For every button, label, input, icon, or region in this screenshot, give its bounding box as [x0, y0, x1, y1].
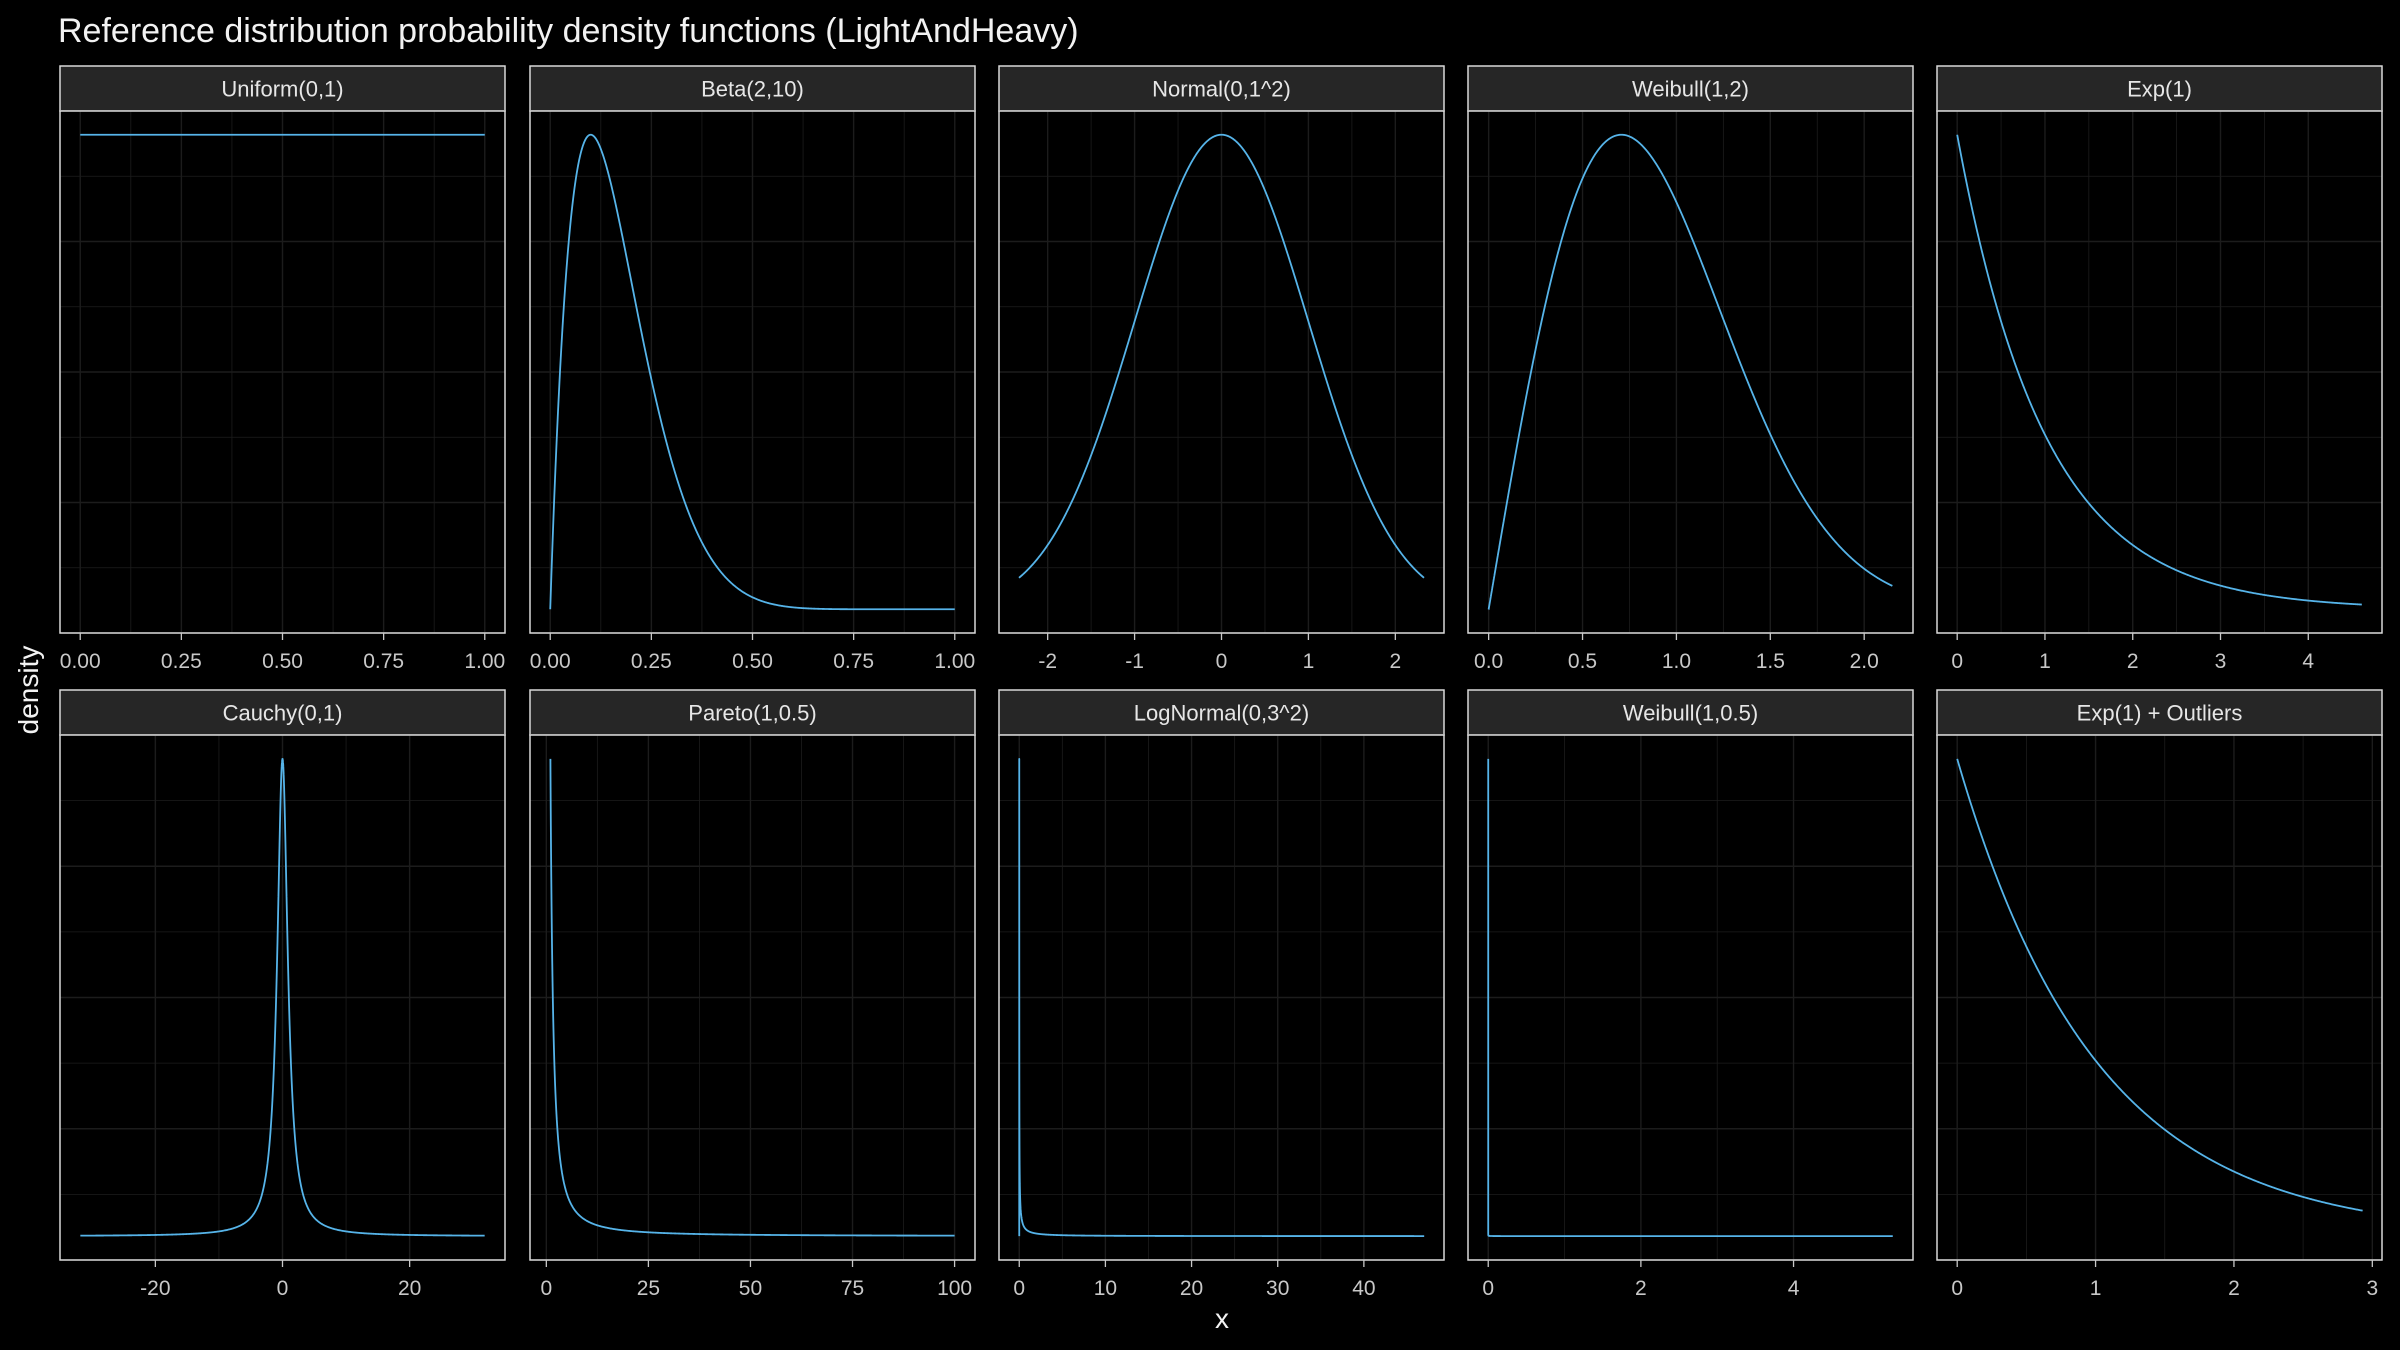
facet-panel-uniform-0-1: Uniform(0,1) 0.00 0.25 0.50 0.75 1.00	[59, 65, 506, 673]
facet-panel-exp-1: Exp(1) 0 1 2 3 4	[1936, 65, 2383, 673]
x-tick-label: 4	[1788, 1277, 1800, 1300]
x-tick-label: 0.75	[363, 650, 404, 673]
x-tick-label: -1	[1125, 650, 1144, 673]
x-tick-label: -20	[140, 1277, 170, 1300]
x-tick-label: 1.00	[464, 650, 505, 673]
y-axis-title: density	[13, 646, 44, 735]
facet-panel-normal-0-1-2: Normal(0,1^2) -2 -1 0 1 2	[998, 65, 1445, 673]
x-tick-label: 0.00	[60, 650, 101, 673]
x-tick-label: 2.0	[1850, 650, 1879, 673]
x-tick-label: 3	[2366, 1277, 2378, 1300]
x-tick-label: 40	[1352, 1277, 1375, 1300]
x-tick-label: 0	[277, 1277, 289, 1300]
x-tick-label: 100	[937, 1277, 972, 1300]
facet-strip-label: Exp(1) + Outliers	[2077, 701, 2243, 726]
x-tick-label: 2	[1635, 1277, 1647, 1300]
x-tick-label: 1.00	[934, 650, 975, 673]
x-tick-label: 0.00	[530, 650, 571, 673]
facet-panel-pareto-1-0-5: Pareto(1,0.5) 0 25 50 75 100	[529, 689, 976, 1300]
x-tick-label: 0.25	[161, 650, 202, 673]
facet-strip-label: Pareto(1,0.5)	[688, 701, 816, 726]
x-tick-label: 0	[540, 1277, 552, 1300]
x-tick-label: 1.5	[1756, 650, 1785, 673]
x-tick-label: 1	[1303, 650, 1315, 673]
x-tick-label: 2	[2228, 1277, 2240, 1300]
facet-strip-label: Uniform(0,1)	[221, 77, 343, 102]
x-tick-label: 20	[398, 1277, 421, 1300]
x-tick-label: 0.0	[1474, 650, 1503, 673]
x-tick-label: 2	[2127, 650, 2139, 673]
x-tick-label: 75	[841, 1277, 864, 1300]
x-tick-label: 4	[2302, 650, 2314, 673]
x-tick-label: 3	[2215, 650, 2227, 673]
x-tick-label: 50	[739, 1277, 762, 1300]
x-tick-label: 0	[1951, 650, 1963, 673]
x-tick-label: -2	[1038, 650, 1057, 673]
x-tick-label: 1.0	[1662, 650, 1691, 673]
facet-panel-cauchy-0-1: Cauchy(0,1) -20 0 20	[59, 689, 506, 1300]
x-tick-label: 20	[1180, 1277, 1203, 1300]
x-tick-label: 0	[1013, 1277, 1025, 1300]
x-tick-label: 0.75	[833, 650, 874, 673]
x-tick-label: 10	[1094, 1277, 1117, 1300]
facet-strip-label: Cauchy(0,1)	[223, 701, 343, 726]
facet-strip-label: Weibull(1,2)	[1632, 77, 1749, 102]
x-tick-label: 2	[1389, 650, 1401, 673]
facet-panel-lognormal-0-3-2: LogNormal(0,3^2) 0 10 20 30 40	[998, 689, 1445, 1300]
x-tick-label: 0	[1951, 1277, 1963, 1300]
x-tick-label: 0	[1482, 1277, 1494, 1300]
x-tick-label: 0.50	[262, 650, 303, 673]
facet-strip-label: Weibull(1,0.5)	[1623, 701, 1758, 726]
facet-strip-label: LogNormal(0,3^2)	[1134, 701, 1309, 726]
x-tick-label: 1	[2039, 650, 2051, 673]
facet-panel-weibull-1-2: Weibull(1,2) 0.0 0.5 1.0 1.5 2.0	[1467, 65, 1914, 673]
facet-strip-label: Beta(2,10)	[701, 77, 804, 102]
x-tick-label: 30	[1266, 1277, 1289, 1300]
x-tick-label: 0	[1216, 650, 1228, 673]
x-tick-label: 25	[637, 1277, 660, 1300]
figure: Reference distribution probability densi…	[0, 0, 2400, 1350]
x-tick-label: 0.25	[631, 650, 672, 673]
x-tick-label: 0.50	[732, 650, 773, 673]
facet-panel-exp-1-outliers: Exp(1) + Outliers 0 1 2 3	[1936, 689, 2383, 1300]
facet-strip-label: Normal(0,1^2)	[1152, 77, 1291, 102]
chart-title: Reference distribution probability densi…	[58, 12, 1079, 50]
x-tick-label: 0.5	[1568, 650, 1597, 673]
facet-panel-weibull-1-0-5: Weibull(1,0.5) 0 2 4	[1467, 689, 1914, 1300]
x-axis-title: x	[1215, 1303, 1229, 1334]
facet-panel-beta-2-10: Beta(2,10) 0.00 0.25 0.50 0.75 1.00	[529, 65, 976, 673]
facet-strip-label: Exp(1)	[2127, 77, 2192, 102]
x-tick-label: 1	[2090, 1277, 2102, 1300]
